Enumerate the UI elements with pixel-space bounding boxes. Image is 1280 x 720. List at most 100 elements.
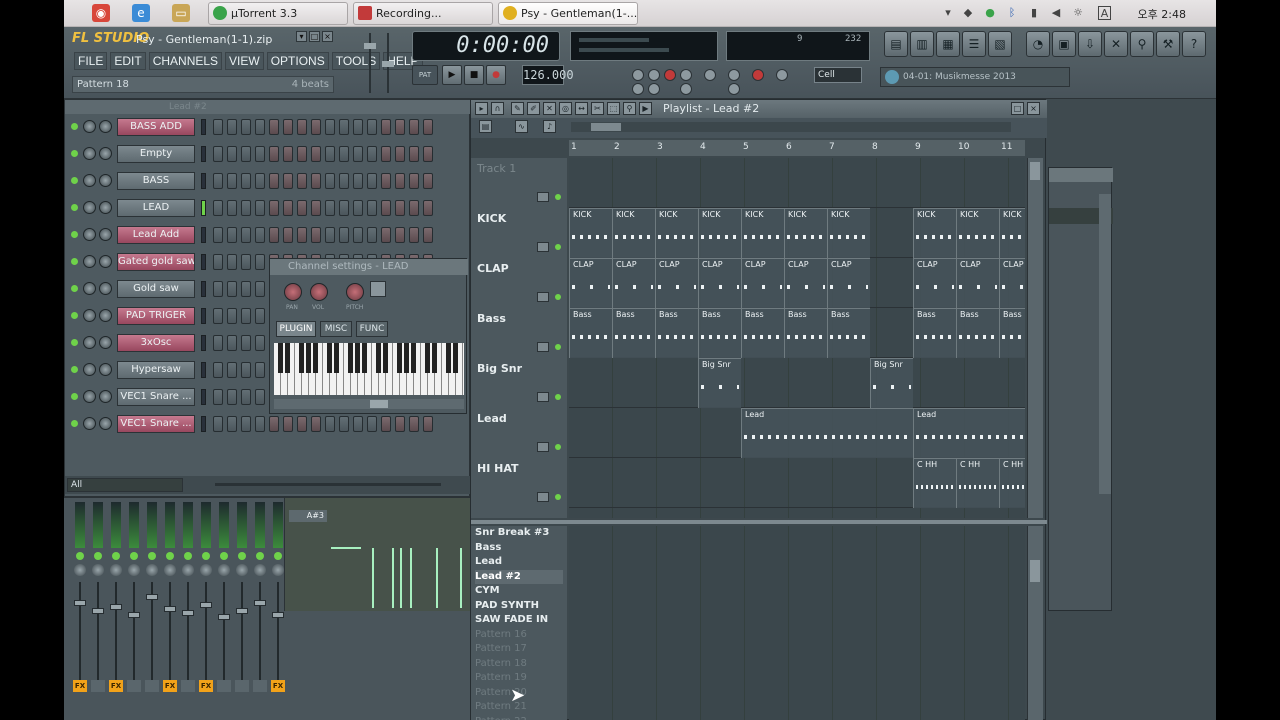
playlist-clip[interactable]: Bass [827,308,870,358]
pattern-list-item[interactable]: SAW FADE IN [475,613,563,627]
pattern-list-item[interactable]: Pattern 17 [475,642,563,656]
snap-icon[interactable] [632,83,644,95]
step-button[interactable] [297,146,307,162]
master-pitch-slider[interactable] [382,33,394,93]
step-button[interactable] [325,416,335,432]
channel-select-indicator[interactable] [201,173,206,189]
brightness-icon[interactable]: ☼ [1072,6,1084,20]
mixer-fx-slot[interactable] [145,680,159,692]
record-mode-icon[interactable] [752,69,764,81]
channel-pan-knob[interactable] [83,417,96,430]
channel-mute-led[interactable] [71,177,78,184]
step-button[interactable] [241,281,251,297]
metronome-icon[interactable] [632,69,644,81]
track-name[interactable]: Big Snr [477,362,522,375]
playlist-clip[interactable]: Bass [913,308,956,358]
step-button[interactable] [381,227,391,243]
menu-options[interactable]: OPTIONS [266,52,329,70]
volume-icon[interactable]: ◀ [1050,6,1062,20]
track-options-button[interactable] [537,192,549,202]
mixer-pan-knob[interactable] [74,564,86,576]
channel-mute-led[interactable] [71,258,78,265]
note-icon[interactable]: ♪ [543,120,556,133]
black-key[interactable] [278,343,283,373]
track-options-button[interactable] [537,242,549,252]
mixer-fx-slot[interactable] [181,680,195,692]
mixer-mute-led[interactable] [256,552,264,560]
tempo-display[interactable]: 126.000 [522,65,574,85]
step-button[interactable] [213,362,223,378]
step-button[interactable] [227,308,237,324]
black-key[interactable] [285,343,290,373]
track-mute-led[interactable] [555,194,561,200]
channel-name-button[interactable]: Gated gold saw [117,253,195,271]
black-key[interactable] [362,343,367,373]
step-button[interactable] [409,146,419,162]
taskbar-tab-recording[interactable]: Recording... [353,2,493,25]
step-button[interactable] [255,335,265,351]
mixer-fx-slot[interactable] [235,680,249,692]
step-button[interactable] [423,119,433,135]
step-button[interactable] [339,146,349,162]
step-button[interactable] [255,119,265,135]
browser-icon[interactable]: ☰ [962,31,986,57]
channel-pan-knob[interactable] [83,390,96,403]
channel-name-button[interactable]: VEC1 Snare ... [117,388,195,406]
step-button[interactable] [255,362,265,378]
playlist-clip[interactable]: KICK [999,208,1025,258]
folder-icon[interactable]: ▭ [172,4,190,22]
step-button[interactable] [311,119,321,135]
step-button[interactable] [353,173,363,189]
channel-volume-knob[interactable] [99,309,112,322]
channel-pan-knob[interactable] [83,282,96,295]
playlist-clip[interactable]: KICK [569,208,612,258]
internet-explorer-icon[interactable]: e [132,4,150,22]
step-button[interactable] [339,416,349,432]
step-button[interactable] [297,416,307,432]
step-button[interactable] [227,335,237,351]
black-key[interactable] [376,343,381,373]
playlist-clip[interactable]: C HH [999,458,1025,508]
record-button[interactable]: ● [486,65,506,85]
step-button[interactable] [325,200,335,216]
playlist-clip[interactable]: Bass [784,308,827,358]
step-button[interactable] [213,119,223,135]
playlist-clip[interactable]: Bass [655,308,698,358]
step-button[interactable] [353,119,363,135]
channel-volume-knob[interactable] [99,120,112,133]
mixer-fader-handle[interactable] [182,610,194,616]
step-button[interactable] [395,146,405,162]
channel-mute-led[interactable] [71,123,78,130]
playlist-clip[interactable]: CLAP [827,258,870,308]
mixer-pan-knob[interactable] [110,564,122,576]
playlist-clip[interactable]: CLAP [569,258,612,308]
mixer-fader-handle[interactable] [92,608,104,614]
play-button[interactable]: ▶ [442,65,462,85]
typing-keyboard-icon[interactable] [776,69,788,81]
channel-pan-knob[interactable] [83,201,96,214]
pat-song-toggle[interactable]: PAT [412,65,438,85]
step-button[interactable] [339,200,349,216]
playlist-clip[interactable]: KICK [827,208,870,258]
mixer-mute-led[interactable] [238,552,246,560]
step-button[interactable] [367,146,377,162]
step-button[interactable] [269,227,279,243]
step-button[interactable] [297,173,307,189]
channel-select-indicator[interactable] [201,119,206,135]
track-name[interactable]: KICK [477,212,506,225]
track-options-button[interactable] [537,392,549,402]
pan-knob[interactable] [284,283,302,301]
step-button[interactable] [227,173,237,189]
mixer-fader-handle[interactable] [164,606,176,612]
pattern-vscroll[interactable] [1027,526,1043,720]
step-button[interactable] [269,119,279,135]
step-button[interactable] [381,119,391,135]
channel-select-indicator[interactable] [201,389,206,405]
step-button[interactable] [367,416,377,432]
step-button[interactable] [367,200,377,216]
step-button[interactable] [409,416,419,432]
stop-button[interactable]: ■ [464,65,484,85]
mixer-fx-slot[interactable]: FX [109,680,123,692]
black-key[interactable] [397,343,402,373]
hint-bar[interactable]: 04-01: Musikmesse 2013 [880,67,1070,87]
